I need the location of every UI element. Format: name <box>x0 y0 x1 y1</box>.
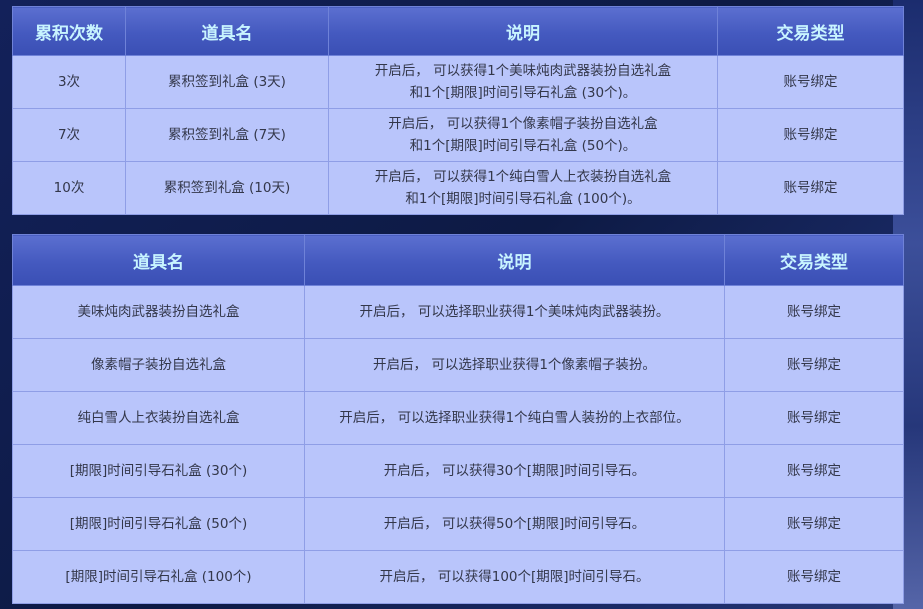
cumulative-checkin-table: 累积次数 道具名 说明 交易类型 3次 累积签到礼盒 (3天) 开启后， 可以获… <box>12 6 904 215</box>
cell-item-name: [期限]时间引导石礼盒 (30个) <box>12 444 305 498</box>
cell-item-name: 累积签到礼盒 (10天) <box>125 161 329 215</box>
table-row: 10次 累积签到礼盒 (10天) 开启后， 可以获得1个纯白雪人上衣装扮自选礼盒… <box>12 161 904 215</box>
description-line: 和1个[期限]时间引导石礼盒 (100个)。 <box>405 191 641 207</box>
description-line: 开启后， 可以获得1个像素帽子装扮自选礼盒 <box>388 116 658 132</box>
table-row: 3次 累积签到礼盒 (3天) 开启后， 可以获得1个美味炖肉武器装扮自选礼盒 和… <box>12 55 904 109</box>
cell-item-name: [期限]时间引导石礼盒 (50个) <box>12 497 305 551</box>
table-row: 7次 累积签到礼盒 (7天) 开启后， 可以获得1个像素帽子装扮自选礼盒 和1个… <box>12 108 904 162</box>
cell-trade-type: 账号绑定 <box>724 338 904 392</box>
table-row: [期限]时间引导石礼盒 (30个) 开启后， 可以获得30个[期限]时间引导石。… <box>12 444 904 498</box>
cell-description: 开启后， 可以获得1个美味炖肉武器装扮自选礼盒 和1个[期限]时间引导石礼盒 (… <box>328 55 718 109</box>
cell-trade-type: 账号绑定 <box>724 285 904 339</box>
cell-item-name: 累积签到礼盒 (3天) <box>125 55 329 109</box>
cell-description: 开启后， 可以选择职业获得1个美味炖肉武器装扮。 <box>304 285 725 339</box>
header-item-name: 道具名 <box>12 234 305 286</box>
description-line: 和1个[期限]时间引导石礼盒 (50个)。 <box>409 138 637 154</box>
table-row: 美味炖肉武器装扮自选礼盒 开启后， 可以选择职业获得1个美味炖肉武器装扮。 账号… <box>12 285 904 339</box>
cell-description: 开启后， 可以获得30个[期限]时间引导石。 <box>304 444 725 498</box>
cell-description: 开启后， 可以获得50个[期限]时间引导石。 <box>304 497 725 551</box>
cell-item-name: [期限]时间引导石礼盒 (100个) <box>12 550 305 604</box>
header-item-name: 道具名 <box>125 6 329 56</box>
table-header-row: 道具名 说明 交易类型 <box>12 234 904 286</box>
cell-count: 3次 <box>12 55 126 109</box>
cell-trade-type: 账号绑定 <box>717 161 904 215</box>
header-description: 说明 <box>328 6 718 56</box>
table-row: 纯白雪人上衣装扮自选礼盒 开启后， 可以选择职业获得1个纯白雪人装扮的上衣部位。… <box>12 391 904 445</box>
header-trade-type: 交易类型 <box>724 234 904 286</box>
table-header-row: 累积次数 道具名 说明 交易类型 <box>12 6 904 56</box>
item-detail-table: 道具名 说明 交易类型 美味炖肉武器装扮自选礼盒 开启后， 可以选择职业获得1个… <box>12 234 904 604</box>
cell-count: 10次 <box>12 161 126 215</box>
cell-description: 开启后， 可以选择职业获得1个像素帽子装扮。 <box>304 338 725 392</box>
header-description: 说明 <box>304 234 725 286</box>
cell-description: 开启后， 可以获得100个[期限]时间引导石。 <box>304 550 725 604</box>
description-line: 开启后， 可以获得1个纯白雪人上衣装扮自选礼盒 <box>374 169 672 185</box>
cell-description: 开启后， 可以选择职业获得1个纯白雪人装扮的上衣部位。 <box>304 391 725 445</box>
cell-trade-type: 账号绑定 <box>724 391 904 445</box>
cell-trade-type: 账号绑定 <box>717 108 904 162</box>
cell-trade-type: 账号绑定 <box>724 444 904 498</box>
table-row: 像素帽子装扮自选礼盒 开启后， 可以选择职业获得1个像素帽子装扮。 账号绑定 <box>12 338 904 392</box>
cell-item-name: 像素帽子装扮自选礼盒 <box>12 338 305 392</box>
description-line: 和1个[期限]时间引导石礼盒 (30个)。 <box>409 85 637 101</box>
table-row: [期限]时间引导石礼盒 (100个) 开启后， 可以获得100个[期限]时间引导… <box>12 550 904 604</box>
header-count: 累积次数 <box>12 6 126 56</box>
header-trade-type: 交易类型 <box>717 6 904 56</box>
cell-trade-type: 账号绑定 <box>724 497 904 551</box>
cell-count: 7次 <box>12 108 126 162</box>
cell-item-name: 纯白雪人上衣装扮自选礼盒 <box>12 391 305 445</box>
cell-item-name: 美味炖肉武器装扮自选礼盒 <box>12 285 305 339</box>
cell-trade-type: 账号绑定 <box>717 55 904 109</box>
table-row: [期限]时间引导石礼盒 (50个) 开启后， 可以获得50个[期限]时间引导石。… <box>12 497 904 551</box>
description-line: 开启后， 可以获得1个美味炖肉武器装扮自选礼盒 <box>374 63 672 79</box>
cell-trade-type: 账号绑定 <box>724 550 904 604</box>
cell-description: 开启后， 可以获得1个像素帽子装扮自选礼盒 和1个[期限]时间引导石礼盒 (50… <box>328 108 718 162</box>
cell-item-name: 累积签到礼盒 (7天) <box>125 108 329 162</box>
cell-description: 开启后， 可以获得1个纯白雪人上衣装扮自选礼盒 和1个[期限]时间引导石礼盒 (… <box>328 161 718 215</box>
